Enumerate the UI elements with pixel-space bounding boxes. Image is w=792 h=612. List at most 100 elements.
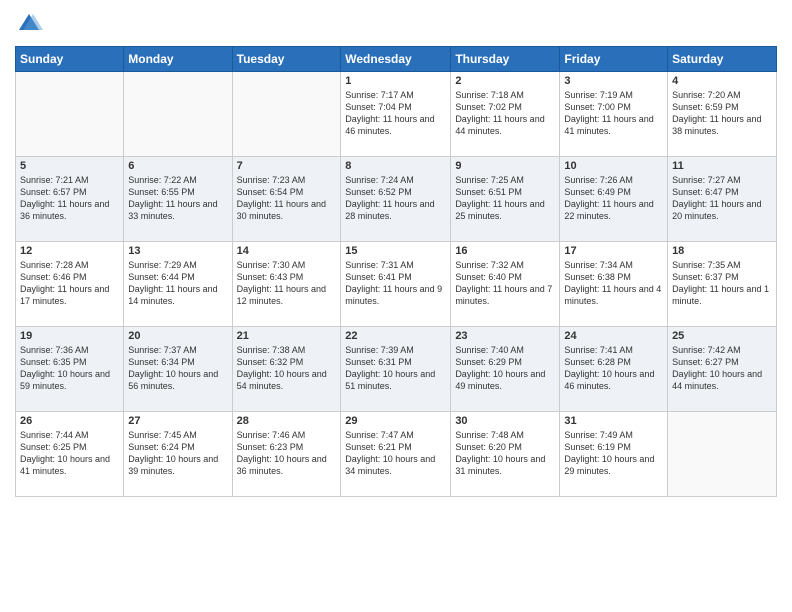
day-number: 5 <box>20 160 119 172</box>
day-info: Sunrise: 7:44 AM Sunset: 6:25 PM Dayligh… <box>20 429 119 478</box>
calendar-cell: 10 Sunrise: 7:26 AM Sunset: 6:49 PM Dayli… <box>560 157 668 242</box>
day-number: 7 <box>237 160 337 172</box>
day-number: 13 <box>128 245 227 257</box>
calendar-header-monday: Monday <box>124 47 232 72</box>
logo-icon <box>15 10 43 38</box>
day-info: Sunrise: 7:38 AM Sunset: 6:32 PM Dayligh… <box>237 344 337 393</box>
day-info: Sunrise: 7:29 AM Sunset: 6:44 PM Dayligh… <box>128 259 227 308</box>
day-number: 16 <box>455 245 555 257</box>
calendar-header-thursday: Thursday <box>451 47 560 72</box>
calendar-cell: 13 Sunrise: 7:29 AM Sunset: 6:44 PM Dayli… <box>124 242 232 327</box>
calendar-week-row: 5Sunrise: 7:21 AM Sunset: 6:57 PM Daylig… <box>16 157 777 242</box>
day-info: Sunrise: 7:19 AM Sunset: 7:00 PM Dayligh… <box>564 89 663 138</box>
calendar-week-row: 1 Sunrise: 7:17 AM Sunset: 7:04 PM Daylig… <box>16 72 777 157</box>
day-info: Sunrise: 7:17 AM Sunset: 7:04 PM Dayligh… <box>345 89 446 138</box>
page: SundayMondayTuesdayWednesdayThursdayFrid… <box>0 0 792 612</box>
day-number: 22 <box>345 330 446 342</box>
day-info: Sunrise: 7:41 AM Sunset: 6:28 PM Dayligh… <box>564 344 663 393</box>
day-number: 28 <box>237 415 337 427</box>
day-number: 9 <box>455 160 555 172</box>
calendar-header-saturday: Saturday <box>668 47 777 72</box>
day-info: Sunrise: 7:26 AM Sunset: 6:49 PM Dayligh… <box>564 174 663 223</box>
day-number: 3 <box>564 75 663 87</box>
day-number: 18 <box>672 245 772 257</box>
day-number: 8 <box>345 160 446 172</box>
day-number: 1 <box>345 75 446 87</box>
calendar-week-row: 26 Sunrise: 7:44 AM Sunset: 6:25 PM Dayli… <box>16 412 777 497</box>
day-number: 17 <box>564 245 663 257</box>
calendar-cell <box>16 72 124 157</box>
calendar-cell: 8 Sunrise: 7:24 AM Sunset: 6:52 PM Daylig… <box>341 157 451 242</box>
calendar-cell: 23 Sunrise: 7:40 AM Sunset: 6:29 PM Dayli… <box>451 327 560 412</box>
day-number: 12 <box>20 245 119 257</box>
calendar-cell: 14 Sunrise: 7:30 AM Sunset: 6:43 PM Dayli… <box>232 242 341 327</box>
day-info: Sunrise: 7:22 AM Sunset: 6:55 PM Dayligh… <box>128 174 227 223</box>
header <box>15 10 777 38</box>
day-number: 19 <box>20 330 119 342</box>
day-number: 23 <box>455 330 555 342</box>
day-number: 10 <box>564 160 663 172</box>
day-number: 4 <box>672 75 772 87</box>
calendar-cell: 9Sunrise: 7:25 AM Sunset: 6:51 PM Daylig… <box>451 157 560 242</box>
day-info: Sunrise: 7:47 AM Sunset: 6:21 PM Dayligh… <box>345 429 446 478</box>
calendar-header-wednesday: Wednesday <box>341 47 451 72</box>
calendar-cell: 27Sunrise: 7:45 AM Sunset: 6:24 PM Dayli… <box>124 412 232 497</box>
day-number: 30 <box>455 415 555 427</box>
calendar-cell: 5Sunrise: 7:21 AM Sunset: 6:57 PM Daylig… <box>16 157 124 242</box>
day-info: Sunrise: 7:34 AM Sunset: 6:38 PM Dayligh… <box>564 259 663 308</box>
day-info: Sunrise: 7:18 AM Sunset: 7:02 PM Dayligh… <box>455 89 555 138</box>
calendar-cell: 1 Sunrise: 7:17 AM Sunset: 7:04 PM Daylig… <box>341 72 451 157</box>
day-number: 6 <box>128 160 227 172</box>
calendar-cell: 19 Sunrise: 7:36 AM Sunset: 6:35 PM Dayli… <box>16 327 124 412</box>
calendar-table: SundayMondayTuesdayWednesdayThursdayFrid… <box>15 46 777 497</box>
day-number: 26 <box>20 415 119 427</box>
logo <box>15 10 47 38</box>
day-info: Sunrise: 7:39 AM Sunset: 6:31 PM Dayligh… <box>345 344 446 393</box>
calendar-cell: 15 Sunrise: 7:31 AM Sunset: 6:41 PM Dayli… <box>341 242 451 327</box>
calendar-cell: 30 Sunrise: 7:48 AM Sunset: 6:20 PM Dayli… <box>451 412 560 497</box>
day-number: 11 <box>672 160 772 172</box>
calendar-cell: 28 Sunrise: 7:46 AM Sunset: 6:23 PM Dayli… <box>232 412 341 497</box>
calendar-cell: 4Sunrise: 7:20 AM Sunset: 6:59 PM Daylig… <box>668 72 777 157</box>
calendar-cell: 29Sunrise: 7:47 AM Sunset: 6:21 PM Dayli… <box>341 412 451 497</box>
calendar-cell: 22 Sunrise: 7:39 AM Sunset: 6:31 PM Dayli… <box>341 327 451 412</box>
day-info: Sunrise: 7:30 AM Sunset: 6:43 PM Dayligh… <box>237 259 337 308</box>
day-info: Sunrise: 7:40 AM Sunset: 6:29 PM Dayligh… <box>455 344 555 393</box>
calendar-header-friday: Friday <box>560 47 668 72</box>
calendar-cell: 20Sunrise: 7:37 AM Sunset: 6:34 PM Dayli… <box>124 327 232 412</box>
day-info: Sunrise: 7:36 AM Sunset: 6:35 PM Dayligh… <box>20 344 119 393</box>
calendar-cell: 11 Sunrise: 7:27 AM Sunset: 6:47 PM Dayli… <box>668 157 777 242</box>
day-info: Sunrise: 7:31 AM Sunset: 6:41 PM Dayligh… <box>345 259 446 308</box>
day-info: Sunrise: 7:45 AM Sunset: 6:24 PM Dayligh… <box>128 429 227 478</box>
day-info: Sunrise: 7:28 AM Sunset: 6:46 PM Dayligh… <box>20 259 119 308</box>
day-number: 31 <box>564 415 663 427</box>
calendar-cell: 24 Sunrise: 7:41 AM Sunset: 6:28 PM Dayli… <box>560 327 668 412</box>
calendar-cell: 2 Sunrise: 7:18 AM Sunset: 7:02 PM Daylig… <box>451 72 560 157</box>
day-info: Sunrise: 7:35 AM Sunset: 6:37 PM Dayligh… <box>672 259 772 308</box>
day-number: 14 <box>237 245 337 257</box>
calendar-cell: 17 Sunrise: 7:34 AM Sunset: 6:38 PM Dayli… <box>560 242 668 327</box>
calendar-cell: 6 Sunrise: 7:22 AM Sunset: 6:55 PM Daylig… <box>124 157 232 242</box>
calendar-header-tuesday: Tuesday <box>232 47 341 72</box>
calendar-cell <box>232 72 341 157</box>
day-info: Sunrise: 7:37 AM Sunset: 6:34 PM Dayligh… <box>128 344 227 393</box>
day-info: Sunrise: 7:32 AM Sunset: 6:40 PM Dayligh… <box>455 259 555 308</box>
calendar-week-row: 19 Sunrise: 7:36 AM Sunset: 6:35 PM Dayli… <box>16 327 777 412</box>
day-number: 2 <box>455 75 555 87</box>
day-number: 15 <box>345 245 446 257</box>
day-info: Sunrise: 7:27 AM Sunset: 6:47 PM Dayligh… <box>672 174 772 223</box>
day-info: Sunrise: 7:49 AM Sunset: 6:19 PM Dayligh… <box>564 429 663 478</box>
day-info: Sunrise: 7:24 AM Sunset: 6:52 PM Dayligh… <box>345 174 446 223</box>
calendar-cell: 7Sunrise: 7:23 AM Sunset: 6:54 PM Daylig… <box>232 157 341 242</box>
day-number: 24 <box>564 330 663 342</box>
day-info: Sunrise: 7:42 AM Sunset: 6:27 PM Dayligh… <box>672 344 772 393</box>
calendar-cell: 12 Sunrise: 7:28 AM Sunset: 6:46 PM Dayli… <box>16 242 124 327</box>
calendar-cell: 26 Sunrise: 7:44 AM Sunset: 6:25 PM Dayli… <box>16 412 124 497</box>
calendar-cell: 25 Sunrise: 7:42 AM Sunset: 6:27 PM Dayli… <box>668 327 777 412</box>
day-number: 21 <box>237 330 337 342</box>
day-number: 25 <box>672 330 772 342</box>
day-info: Sunrise: 7:48 AM Sunset: 6:20 PM Dayligh… <box>455 429 555 478</box>
calendar-cell <box>124 72 232 157</box>
calendar-cell: 18 Sunrise: 7:35 AM Sunset: 6:37 PM Dayli… <box>668 242 777 327</box>
day-info: Sunrise: 7:46 AM Sunset: 6:23 PM Dayligh… <box>237 429 337 478</box>
